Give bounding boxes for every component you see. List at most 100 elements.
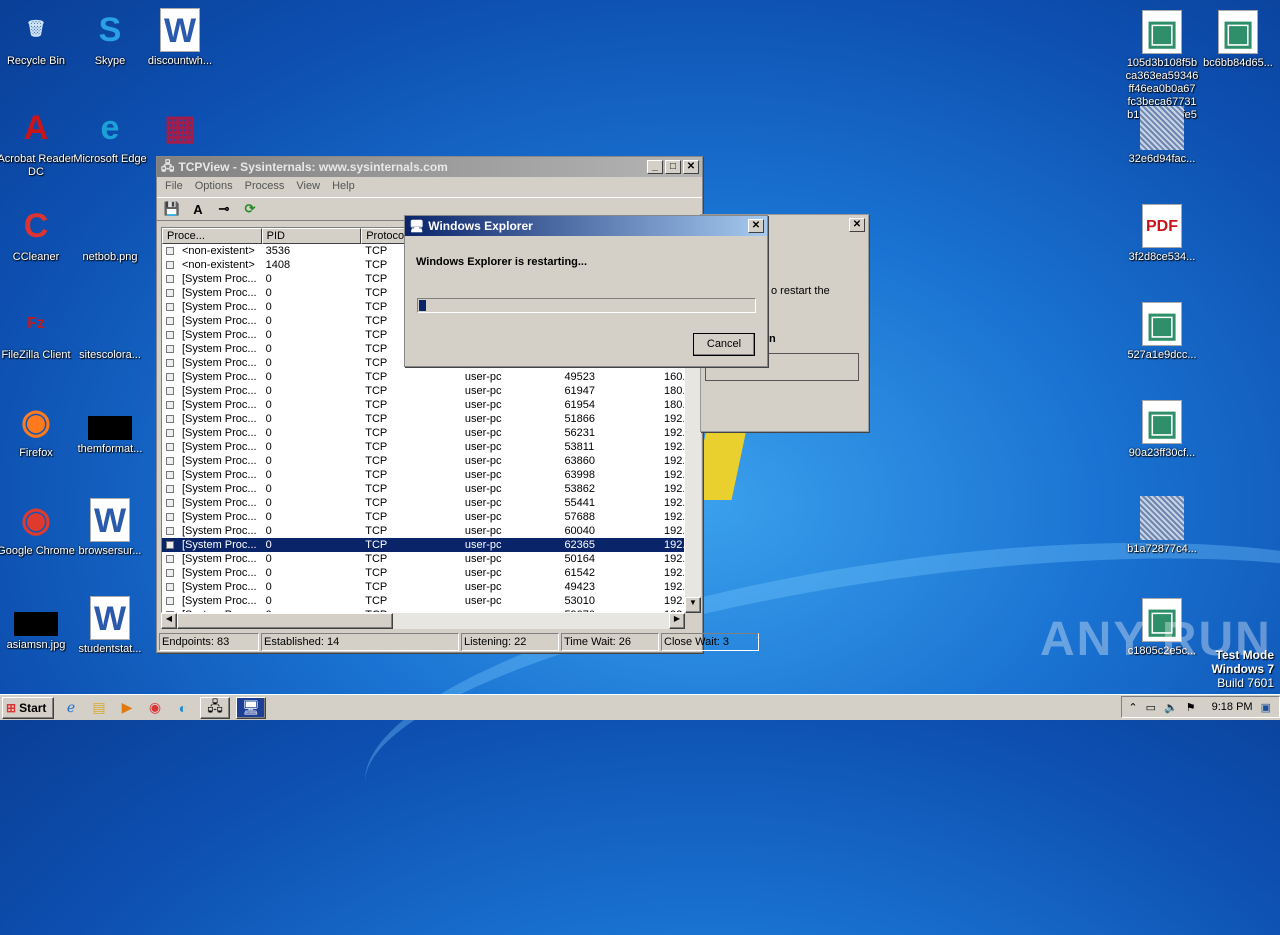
explorer-dialog-taskbar-button[interactable]: 🖥 [236,696,266,719]
taskbar: ⊞ Start ℯ ▤ ▶ ◉ ◐ 🖧 🖥 ⌃ ▭ 🔈 ⚑ 9:18 PM ▣ [0,694,1280,720]
volume-icon[interactable]: 🔈 [1164,701,1178,714]
media-player-icon[interactable]: ▶ [116,697,138,719]
table-row[interactable]: [System Proc... 0 TCP user-pc 57688 192. [162,510,684,524]
desktop-icon[interactable]: A Acrobat Reader DC [0,106,76,179]
column-header[interactable]: PID [261,228,362,244]
refresh-icon[interactable]: ⟳ [241,201,259,217]
table-row[interactable]: [System Proc... 0 TCP user-pc 53010 192. [162,594,684,608]
desktop-icon[interactable]: Wbrowsersur... [70,498,150,558]
desktop-icon[interactable]: asiamsn.jpg [0,596,76,652]
table-row[interactable]: [System Proc... 0 TCP user-pc 49523 160. [162,370,684,384]
desktop-icon[interactable]: S Skype [70,8,150,68]
table-row[interactable]: [System Proc... 0 TCP user-pc 62365 192. [162,538,684,552]
background-dialog-text2: n [769,333,776,345]
menu-item[interactable]: View [290,180,326,192]
table-row[interactable]: [System Proc... 0 TCP user-pc 61947 180. [162,384,684,398]
cancel-button[interactable]: Cancel [693,333,755,356]
process-name: [System Proc... [182,301,257,313]
process-icon [166,261,174,270]
table-row[interactable]: [System Proc... 0 TCP user-pc 60040 192. [162,524,684,538]
desktop-icon-label: Microsoft Edge [73,153,147,165]
process-icon [166,373,174,382]
explorer-restart-dialog[interactable]: 🖥 Windows Explorer ✕ Windows Explorer is… [404,215,768,367]
minimize-button[interactable]: _ [647,160,663,174]
menu-item[interactable]: File [159,180,189,192]
desktop-icon[interactable]: ▣ 527a1e9dcc... [1124,302,1200,362]
desktop-icon[interactable]: netbob.png [70,204,150,264]
table-row[interactable]: [System Proc... 0 TCP user-pc 61542 192. [162,566,684,580]
desktop-icon[interactable]: themformat... [70,400,150,456]
edge-icon: e [100,109,120,147]
save-icon[interactable]: 💾 [163,201,181,217]
desktop-icon[interactable]: ▣ 90a23ff30cf... [1124,400,1200,460]
edge-taskbar-icon[interactable]: ◐ [172,697,194,719]
chrome-taskbar-icon[interactable]: ◉ [144,697,166,719]
explorer-dialog-title: Windows Explorer [428,219,533,233]
table-cell: 57688 [564,511,596,523]
table-cell: 0 [265,399,272,411]
desktop-icon[interactable]: PDF 3f2d8ce534... [1124,204,1200,264]
clock[interactable]: 9:18 PM [1212,701,1253,713]
desktop-icon[interactable]: 🗑 Recycle Bin [0,8,76,68]
desktop-icon[interactable]: C CCleaner [0,204,76,264]
desktop-icon-label: bc6bb84d65... [1203,57,1273,69]
flag-icon[interactable]: ⚑ [1186,701,1196,714]
table-cell: 60040 [564,525,596,537]
desktop-icon[interactable]: ◉ Firefox [0,400,76,460]
table-row[interactable]: [System Proc... 0 TCP user-pc 53811 192. [162,440,684,454]
close-button[interactable]: ✕ [683,160,699,174]
table-cell: user-pc [464,399,502,411]
network-icon[interactable]: ▭ [1146,701,1156,714]
menu-item[interactable]: Process [239,180,291,192]
process-name: [System Proc... [182,329,257,341]
tcpview-taskbar-button[interactable]: 🖧 [200,696,230,719]
process-name: [System Proc... [182,595,257,607]
scroll-right-button[interactable]: ▶ [669,613,685,629]
hscroll-thumb[interactable] [177,613,393,629]
table-row[interactable]: [System Proc... 0 TCP user-pc 53862 192. [162,482,684,496]
acrobat-icon: A [23,109,49,147]
table-row[interactable]: [System Proc... 0 TCP user-pc 63998 192. [162,468,684,482]
explorer-dialog-close-button[interactable]: ✕ [748,219,764,233]
table-row[interactable]: [System Proc... 0 TCP user-pc 63860 192. [162,454,684,468]
font-icon[interactable]: A [189,202,207,217]
explorer-dialog-titlebar[interactable]: 🖥 Windows Explorer ✕ [405,216,767,236]
desktop-icon[interactable]: Fz FileZilla Client [0,302,76,362]
horizontal-scrollbar[interactable]: ◀ ▶ [161,613,685,629]
desktop-icon[interactable]: b1a72877c4... [1124,496,1200,556]
desktop-icon[interactable]: ▦ [140,106,220,153]
process-name: [System Proc... [182,385,257,397]
table-row[interactable]: [System Proc... 0 TCP user-pc 51866 192. [162,412,684,426]
menu-item[interactable]: Options [189,180,239,192]
tray-expand-icon[interactable]: ⌃ [1128,701,1137,714]
table-row[interactable]: [System Proc... 0 TCP user-pc 56231 192. [162,426,684,440]
table-row[interactable]: [System Proc... 0 TCP user-pc 55441 192. [162,496,684,510]
menu-item[interactable]: Help [326,180,361,192]
desktop-icon[interactable]: e Microsoft Edge [70,106,150,166]
desktop-icon[interactable]: ◉ Google Chrome [0,498,76,558]
desktop-icon[interactable]: sitescolora... [70,302,150,362]
ie-icon[interactable]: ℯ [60,697,82,719]
tcpview-statusbar: Endpoints: 83 Established: 14 Listening: 2… [159,633,759,651]
process-name: <non-existent> [182,259,255,271]
desktop-icon[interactable]: Wstudentstat... [70,596,150,656]
connect-arrow-icon[interactable]: ⊸ [215,201,233,217]
maximize-button[interactable]: □ [665,160,681,174]
background-dialog-close-button[interactable]: ✕ [849,218,865,232]
process-name: [System Proc... [182,469,257,481]
table-row[interactable]: [System Proc... 0 TCP user-pc 50164 192. [162,552,684,566]
desktop-icon-label: asiamsn.jpg [6,639,66,651]
desktop-icon[interactable]: Wdiscountwh... [140,8,220,68]
tcpview-titlebar[interactable]: 🖧 TCPView - Sysinternals: www.sysinterna… [157,157,702,177]
scroll-left-button[interactable]: ◀ [161,613,177,629]
start-button[interactable]: ⊞ Start [2,696,54,719]
table-row[interactable]: [System Proc... 0 TCP user-pc 49423 192. [162,580,684,594]
column-header[interactable]: Proce... [162,228,262,244]
desktop-icon[interactable]: ▣ bc6bb84d65... [1198,10,1278,70]
explorer-folder-icon[interactable]: ▤ [88,697,110,719]
process-cell: [System Proc... [162,370,262,384]
desktop-icon[interactable]: 32e6d94fac... [1124,106,1200,166]
show-desktop-icon[interactable]: ▣ [1261,701,1271,714]
table-row[interactable]: [System Proc... 0 TCP user-pc 61954 180. [162,398,684,412]
scroll-down-button[interactable]: ▼ [685,597,701,613]
